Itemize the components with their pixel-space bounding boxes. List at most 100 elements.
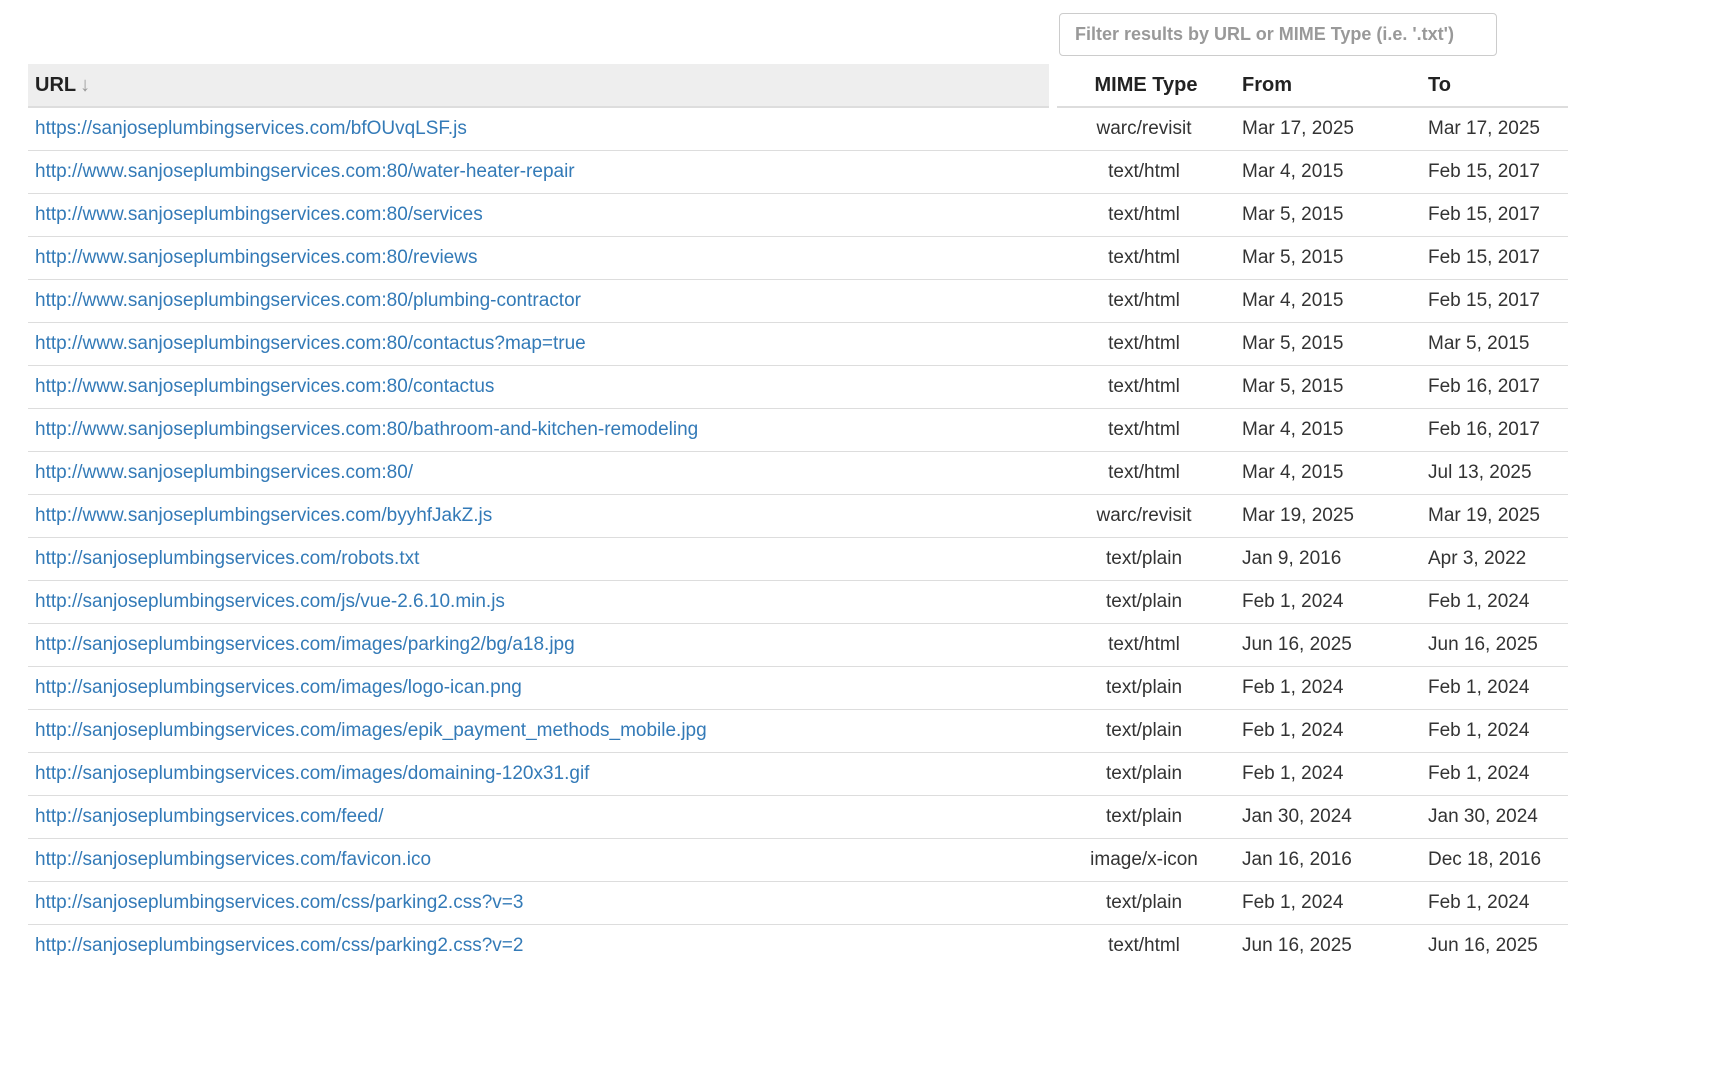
- from-date-cell: Feb 1, 2024: [1235, 752, 1421, 796]
- table-row: http://sanjoseplumbingservices.com/js/vu…: [28, 580, 1568, 624]
- url-cell: https://sanjoseplumbingservices.com/bfOU…: [28, 107, 1053, 151]
- url-cell: http://sanjoseplumbingservices.com/feed/: [28, 795, 1053, 839]
- url-link[interactable]: http://www.sanjoseplumbingservices.com:8…: [35, 376, 494, 397]
- table-body: https://sanjoseplumbingservices.com/bfOU…: [28, 107, 1568, 967]
- mime-type-cell: text/plain: [1053, 666, 1235, 710]
- mime-type-cell: text/plain: [1053, 881, 1235, 925]
- url-cell: http://sanjoseplumbingservices.com/image…: [28, 623, 1053, 667]
- from-date-cell: Jun 16, 2025: [1235, 924, 1421, 967]
- table-row: http://www.sanjoseplumbingservices.com:8…: [28, 322, 1568, 366]
- url-link[interactable]: http://www.sanjoseplumbingservices.com:8…: [35, 204, 483, 225]
- table-row: http://sanjoseplumbingservices.com/image…: [28, 752, 1568, 796]
- from-date-cell: Feb 1, 2024: [1235, 666, 1421, 710]
- mime-type-cell: text/html: [1053, 924, 1235, 967]
- url-link[interactable]: http://sanjoseplumbingservices.com/css/p…: [35, 892, 523, 913]
- column-header-url[interactable]: URL ↓: [28, 64, 1057, 108]
- column-header-mime-type[interactable]: MIME Type: [1053, 64, 1235, 108]
- to-date-cell: Jun 16, 2025: [1421, 924, 1568, 967]
- header-row: URL ↓ MIME Type From To: [28, 64, 1568, 108]
- url-link[interactable]: http://www.sanjoseplumbingservices.com:8…: [35, 333, 586, 354]
- table-row: http://sanjoseplumbingservices.com/favic…: [28, 838, 1568, 882]
- from-date-cell: Mar 5, 2015: [1235, 322, 1421, 366]
- url-cell: http://www.sanjoseplumbingservices.com:8…: [28, 451, 1053, 495]
- table-row: https://sanjoseplumbingservices.com/bfOU…: [28, 107, 1568, 151]
- column-header-to[interactable]: To: [1421, 64, 1568, 108]
- table-row: http://www.sanjoseplumbingservices.com:8…: [28, 365, 1568, 409]
- url-link[interactable]: http://www.sanjoseplumbingservices.com:8…: [35, 462, 413, 483]
- to-date-cell: Feb 1, 2024: [1421, 666, 1568, 710]
- url-link[interactable]: http://sanjoseplumbingservices.com/image…: [35, 634, 575, 655]
- to-date-cell: Jan 30, 2024: [1421, 795, 1568, 839]
- mime-type-cell: text/html: [1053, 408, 1235, 452]
- url-link[interactable]: http://sanjoseplumbingservices.com/image…: [35, 677, 522, 698]
- table-row: http://sanjoseplumbingservices.com/robot…: [28, 537, 1568, 581]
- mime-type-cell: text/plain: [1053, 580, 1235, 624]
- url-link[interactable]: http://sanjoseplumbingservices.com/image…: [35, 763, 589, 784]
- from-date-cell: Mar 5, 2015: [1235, 365, 1421, 409]
- to-date-cell: Feb 16, 2017: [1421, 408, 1568, 452]
- table-row: http://sanjoseplumbingservices.com/css/p…: [28, 881, 1568, 925]
- from-date-cell: Jan 16, 2016: [1235, 838, 1421, 882]
- url-link[interactable]: http://www.sanjoseplumbingservices.com/b…: [35, 505, 492, 526]
- to-date-cell: Feb 1, 2024: [1421, 580, 1568, 624]
- url-link[interactable]: http://sanjoseplumbingservices.com/robot…: [35, 548, 419, 569]
- url-link[interactable]: http://www.sanjoseplumbingservices.com:8…: [35, 161, 575, 182]
- from-date-cell: Feb 1, 2024: [1235, 580, 1421, 624]
- table-row: http://www.sanjoseplumbingservices.com:8…: [28, 279, 1568, 323]
- table-header: URL ↓ MIME Type From To: [28, 64, 1568, 108]
- to-date-cell: Feb 1, 2024: [1421, 881, 1568, 925]
- url-link[interactable]: http://sanjoseplumbingservices.com/css/p…: [35, 935, 523, 956]
- url-cell: http://sanjoseplumbingservices.com/image…: [28, 709, 1053, 753]
- url-cell: http://www.sanjoseplumbingservices.com:8…: [28, 279, 1053, 323]
- from-date-cell: Mar 4, 2015: [1235, 150, 1421, 194]
- mime-type-cell: warc/revisit: [1096, 118, 1192, 139]
- column-header-from[interactable]: From: [1235, 64, 1421, 108]
- url-cell: http://sanjoseplumbingservices.com/js/vu…: [28, 580, 1053, 624]
- url-link[interactable]: http://sanjoseplumbingservices.com/js/vu…: [35, 591, 505, 612]
- table-row: http://sanjoseplumbingservices.com/css/p…: [28, 924, 1568, 967]
- mime-type-cell: text/html: [1053, 236, 1235, 280]
- mime-type-cell: text/plain: [1053, 752, 1235, 796]
- to-date-cell: Feb 15, 2017: [1421, 236, 1568, 280]
- mime-type-cell: text/plain: [1053, 795, 1235, 839]
- from-date-cell: Jan 30, 2024: [1235, 795, 1421, 839]
- from-date-cell: Feb 1, 2024: [1235, 881, 1421, 925]
- url-link[interactable]: https://sanjoseplumbingservices.com/bfOU…: [35, 118, 467, 139]
- mime-type-cell: text/html: [1053, 193, 1235, 237]
- table-row: http://sanjoseplumbingservices.com/image…: [28, 666, 1568, 710]
- url-cell: http://www.sanjoseplumbingservices.com:8…: [28, 408, 1053, 452]
- url-link[interactable]: http://sanjoseplumbingservices.com/image…: [35, 720, 707, 741]
- table-row: http://sanjoseplumbingservices.com/image…: [28, 709, 1568, 753]
- url-link[interactable]: http://www.sanjoseplumbingservices.com:8…: [35, 247, 477, 268]
- to-date-cell: Feb 1, 2024: [1421, 752, 1568, 796]
- mime-type-cell: warc/revisit: [1053, 494, 1235, 538]
- url-cell: http://www.sanjoseplumbingservices.com:8…: [28, 236, 1053, 280]
- table-row: http://www.sanjoseplumbingservices.com:8…: [28, 236, 1568, 280]
- to-date-cell: Feb 1, 2024: [1421, 709, 1568, 753]
- url-cell: http://sanjoseplumbingservices.com/robot…: [28, 537, 1053, 581]
- table-row: http://www.sanjoseplumbingservices.com:8…: [28, 150, 1568, 194]
- table-row: http://www.sanjoseplumbingservices.com/b…: [28, 494, 1568, 538]
- table-row: http://www.sanjoseplumbingservices.com:8…: [28, 193, 1568, 237]
- from-date-cell: Mar 19, 2025: [1235, 494, 1421, 538]
- from-date-cell: Feb 1, 2024: [1235, 709, 1421, 753]
- from-date-cell: Jun 16, 2025: [1235, 623, 1421, 667]
- url-link[interactable]: http://sanjoseplumbingservices.com/favic…: [35, 849, 431, 870]
- mime-type-cell: image/x-icon: [1053, 838, 1235, 882]
- url-link[interactable]: http://www.sanjoseplumbingservices.com:8…: [35, 419, 698, 440]
- mime-type-cell: text/html: [1053, 623, 1235, 667]
- mime-type-cell: text/html: [1053, 150, 1235, 194]
- table-row: http://www.sanjoseplumbingservices.com:8…: [28, 408, 1568, 452]
- column-header-url-label: URL: [35, 73, 77, 96]
- to-date-cell: Feb 15, 2017: [1421, 150, 1568, 194]
- url-cell: http://sanjoseplumbingservices.com/image…: [28, 752, 1053, 796]
- to-date-cell: Feb 15, 2017: [1421, 279, 1568, 323]
- url-link[interactable]: http://www.sanjoseplumbingservices.com:8…: [35, 290, 581, 311]
- url-cell: http://www.sanjoseplumbingservices.com/b…: [28, 494, 1053, 538]
- from-date-cell: Mar 4, 2015: [1235, 279, 1421, 323]
- from-date-cell: Mar 17, 2025: [1242, 118, 1354, 139]
- filter-input[interactable]: [1059, 13, 1497, 56]
- table-row: http://sanjoseplumbingservices.com/image…: [28, 623, 1568, 667]
- to-date-cell: Mar 19, 2025: [1421, 494, 1568, 538]
- url-link[interactable]: http://sanjoseplumbingservices.com/feed/: [35, 806, 384, 827]
